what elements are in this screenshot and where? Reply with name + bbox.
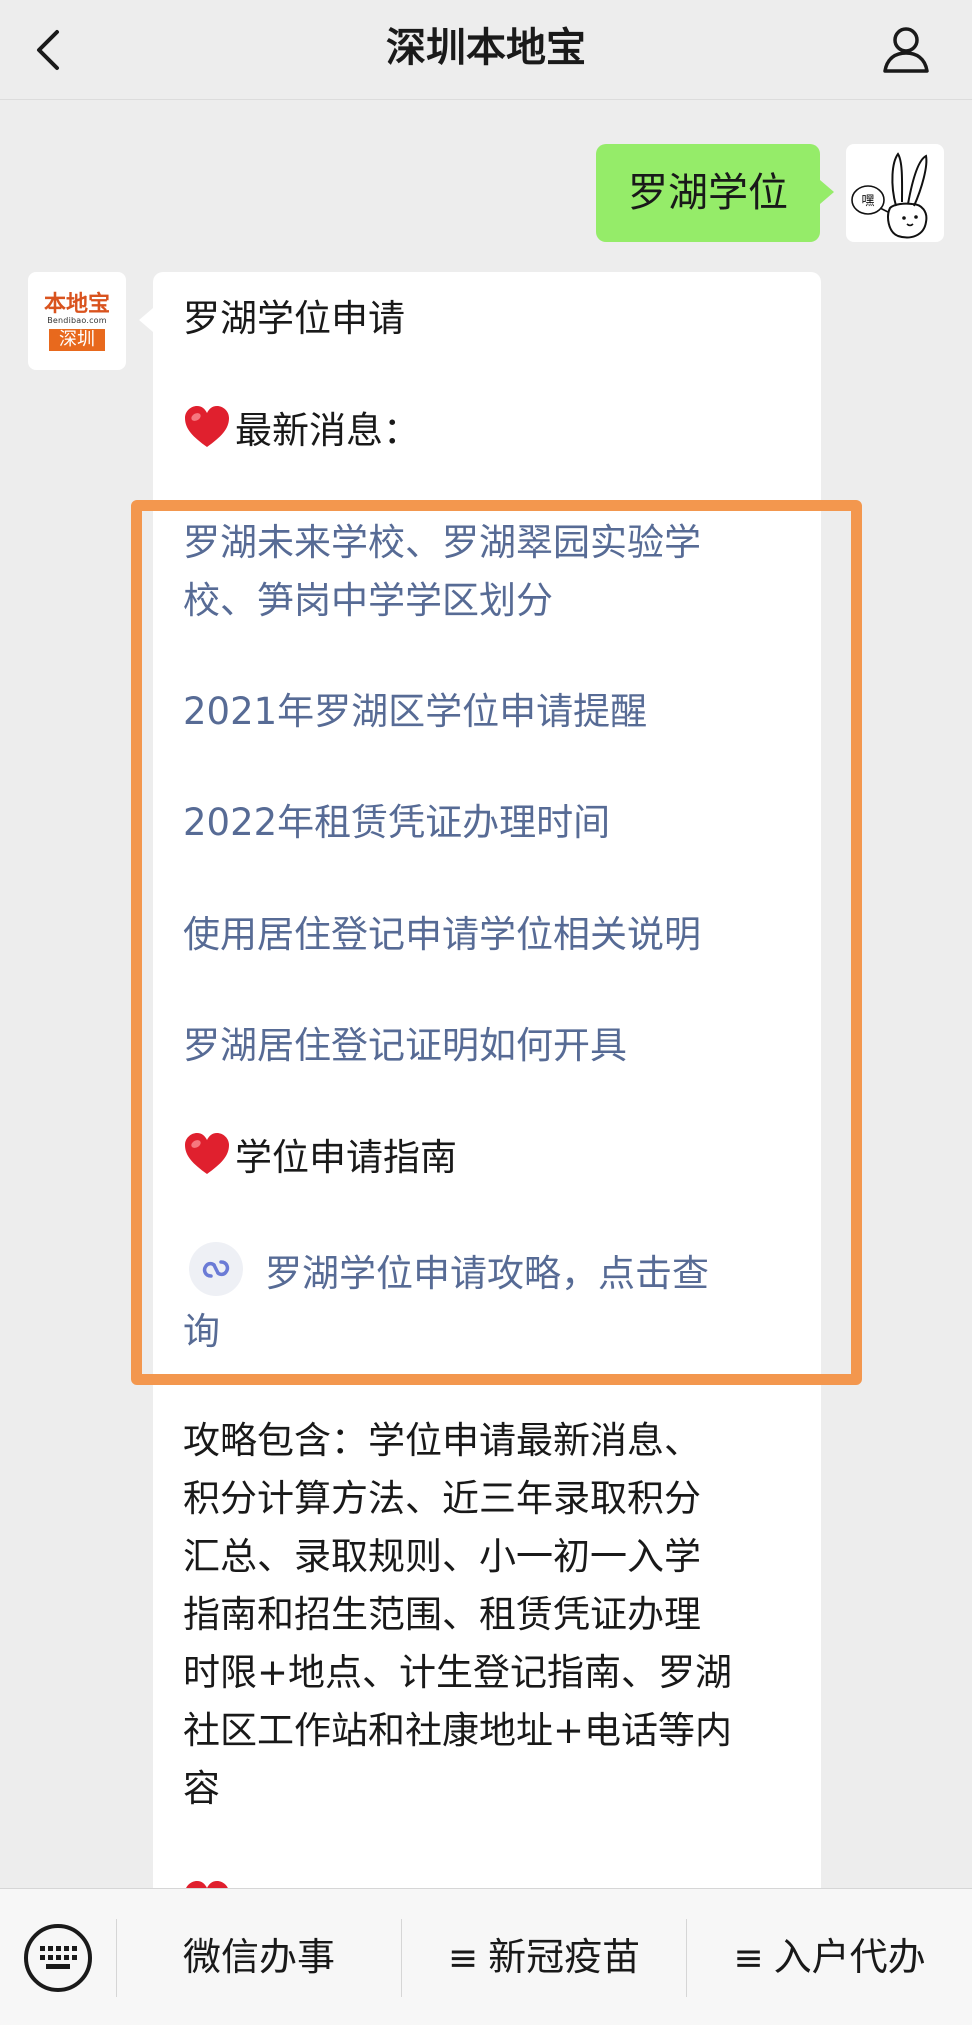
heart-icon bbox=[185, 406, 229, 447]
logo-city: 深圳 bbox=[49, 328, 105, 351]
keyboard-button[interactable] bbox=[24, 1924, 92, 1992]
chat-title: 深圳本地宝 bbox=[386, 25, 586, 71]
menu-item-hukou-agency[interactable]: ≡ 入户代办 bbox=[687, 1889, 972, 2025]
summary-line: 时限+地点、计生登记指南、罗湖 bbox=[183, 1651, 733, 1694]
news-link-5[interactable]: 罗湖居住登记证明如何开具 bbox=[183, 1017, 793, 1075]
miniprogram-link-line1: 罗湖学位申请攻略，点击查 bbox=[265, 1252, 709, 1295]
news-link-1-line1: 罗湖未来学校、罗湖翠园实验学 bbox=[183, 521, 701, 564]
summary-line: 汇总、录取规则、小一初一入学 bbox=[183, 1535, 701, 1578]
profile-button[interactable] bbox=[878, 22, 934, 78]
menu-item-label: 微信办事 bbox=[182, 1935, 335, 1979]
menu-item-covid-vaccine[interactable]: ≡ 新冠疫苗 bbox=[402, 1889, 686, 2025]
logo-url: Bendibao.com bbox=[47, 315, 107, 325]
summary-line: 社区工作站和社康地址+电话等内 bbox=[183, 1709, 733, 1752]
section-guide: 学位申请指南 bbox=[183, 1129, 793, 1187]
miniprogram-icon bbox=[189, 1242, 243, 1296]
svg-text:嘿: 嘿 bbox=[861, 194, 874, 209]
bot-avatar[interactable]: 本地宝 Bendibao.com 深圳 bbox=[28, 272, 126, 370]
summary-line: 攻略包含：学位申请最新消息、 bbox=[183, 1419, 701, 1462]
incoming-message: 罗湖学位申请 最新消息： 罗湖未来学校、罗湖翠园实验学 校、笋岗中学学区划分 2… bbox=[139, 272, 821, 2025]
news-link-4[interactable]: 使用居住登记申请学位相关说明 bbox=[183, 906, 793, 964]
miniprogram-link-line2: 询 bbox=[183, 1310, 220, 1353]
outgoing-message[interactable]: 罗湖学位 bbox=[596, 144, 834, 242]
list-menu-icon: ≡ bbox=[447, 1938, 479, 1979]
keyboard-icon bbox=[40, 1946, 77, 1969]
menu-item-label: 新冠疫苗 bbox=[488, 1935, 641, 1979]
summary-line: 指南和招生范围、租赁凭证办理 bbox=[183, 1593, 701, 1636]
section-guide-label: 学位申请指南 bbox=[235, 1136, 457, 1179]
person-icon bbox=[883, 27, 929, 73]
heart-icon bbox=[185, 1133, 229, 1174]
section-latest-news: 最新消息： bbox=[183, 402, 793, 460]
logo-text: 本地宝 bbox=[43, 290, 110, 317]
menu-item-label: 入户代办 bbox=[773, 1935, 926, 1979]
summary-line: 容 bbox=[183, 1767, 220, 1810]
summary-text: 攻略包含：学位申请最新消息、 积分计算方法、近三年录取积分 汇总、录取规则、小一… bbox=[183, 1412, 793, 1818]
rabbit-avatar-image: 嘿 bbox=[851, 152, 928, 239]
news-link-1[interactable]: 罗湖未来学校、罗湖翠园实验学 校、笋岗中学学区划分 bbox=[183, 514, 793, 630]
news-link-2[interactable]: 2021年罗湖区学位申请提醒 bbox=[183, 683, 793, 741]
news-link-3[interactable]: 2022年租赁凭证办理时间 bbox=[183, 794, 793, 852]
summary-line: 积分计算方法、近三年录取积分 bbox=[183, 1477, 701, 1520]
chat-header: 深圳本地宝 bbox=[0, 0, 972, 100]
list-menu-icon: ≡ bbox=[733, 1938, 764, 1979]
bottom-menu-bar: 微信办事 ≡ 新冠疫苗 ≡ 入户代办 bbox=[0, 1888, 972, 2025]
news-link-1-line2: 校、笋岗中学学区划分 bbox=[183, 579, 553, 622]
menu-item-wechat-services[interactable]: 微信办事 bbox=[117, 1889, 401, 2025]
message-title: 罗湖学位申请 bbox=[183, 297, 405, 340]
section-latest-news-label: 最新消息： bbox=[235, 409, 420, 452]
miniprogram-link[interactable]: 罗湖学位申请攻略，点击查 询 bbox=[183, 1242, 793, 1361]
user-avatar[interactable]: 嘿 bbox=[846, 144, 944, 242]
